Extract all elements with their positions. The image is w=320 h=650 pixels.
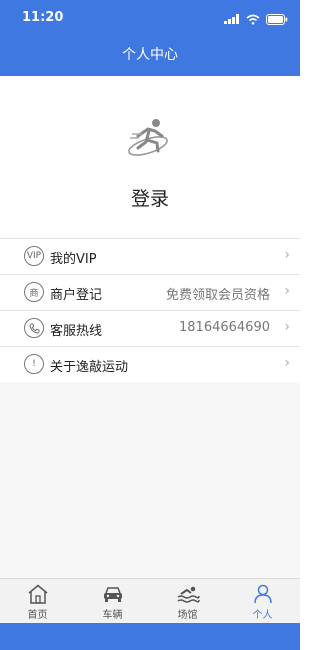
menu-item-hotline[interactable]: 客服热线 18164664690 ›: [0, 311, 300, 347]
menu-item-vip[interactable]: VIP 我的VIP ›: [0, 239, 300, 275]
app-header: 11:20 个人中心: [0, 0, 300, 76]
home-icon: [28, 584, 47, 604]
empty-area: [0, 382, 300, 578]
menu-item-value: 免费领取会员资格: [165, 288, 270, 303]
menu-item-label: 商户登记: [50, 288, 103, 303]
menu-item-label: 客服热线: [50, 324, 103, 339]
menu-item-value: 18164664690: [179, 320, 270, 335]
chevron-right-icon: ›: [284, 247, 290, 263]
tab-label: 个人: [252, 610, 273, 621]
battery-icon: [266, 13, 288, 25]
tab-vehicles[interactable]: 车辆: [75, 579, 150, 624]
menu-item-merchant[interactable]: 商 商户登记 免费领取会员资格 ›: [0, 275, 300, 311]
tab-label: 车辆: [102, 610, 123, 621]
status-time: 11:20: [22, 10, 64, 25]
tab-label: 首页: [27, 610, 48, 621]
bottom-accent-bar: [0, 623, 300, 650]
tab-profile[interactable]: 个人: [225, 579, 300, 624]
person-icon: [253, 584, 272, 604]
login-button[interactable]: 登录: [0, 184, 300, 211]
swim-icon: [177, 586, 200, 603]
info-icon: !: [24, 354, 44, 374]
chevron-right-icon: ›: [284, 319, 290, 335]
car-icon: [103, 587, 122, 602]
tab-label: 场馆: [177, 610, 198, 621]
signal-icon: [224, 14, 239, 24]
runner-logo-icon[interactable]: [122, 116, 178, 160]
wifi-icon: [246, 14, 260, 25]
tab-venues[interactable]: 场馆: [150, 579, 225, 624]
page-title: 个人中心: [122, 47, 178, 63]
status-bar: 11:20: [0, 0, 300, 36]
vip-icon: VIP: [24, 246, 44, 266]
chevron-right-icon: ›: [284, 283, 290, 299]
menu-list: VIP 我的VIP › 商 商户登记 免费领取会员资格 › 客服热线 18164…: [0, 238, 300, 383]
chevron-right-icon: ›: [284, 355, 290, 371]
menu-item-label: 关于逸敲运动: [50, 360, 129, 375]
status-icons: [224, 12, 288, 26]
merchant-icon: 商: [24, 282, 44, 302]
phone-icon: [24, 318, 44, 338]
tab-home[interactable]: 首页: [0, 579, 75, 624]
menu-item-about[interactable]: ! 关于逸敲运动 ›: [0, 347, 300, 383]
menu-item-label: 我的VIP: [50, 252, 97, 267]
profile-area: 登录: [0, 76, 300, 236]
tab-bar: 首页 车辆 场馆 个人: [0, 578, 300, 624]
